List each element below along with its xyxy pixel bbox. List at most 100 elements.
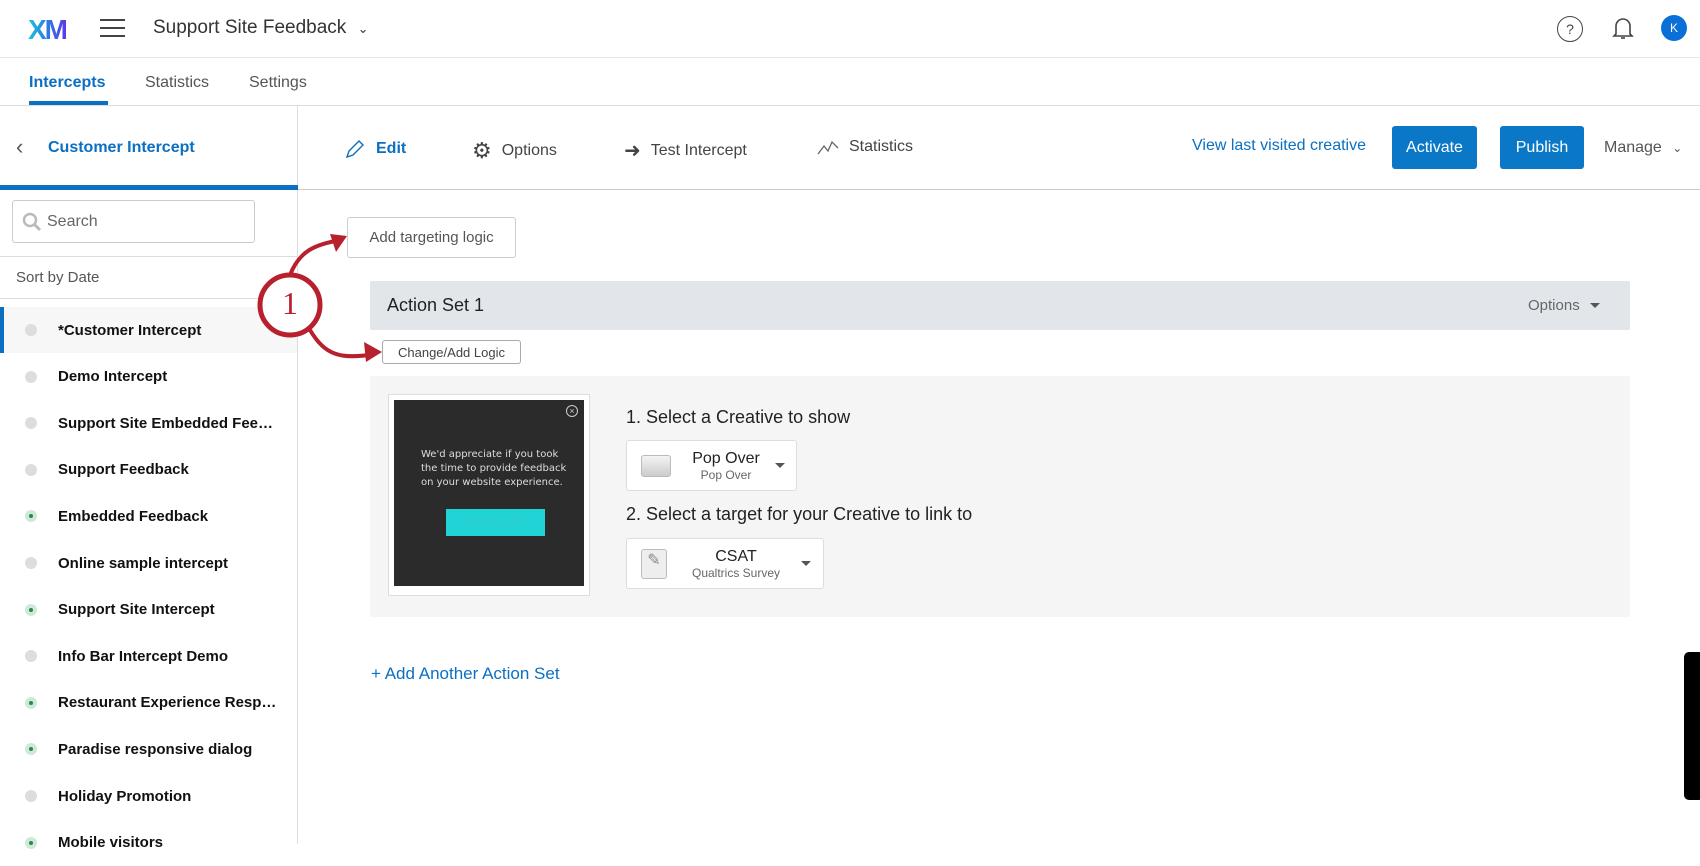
sidebar-item[interactable]: Embedded Feedback: [0, 493, 297, 539]
creative-name: Pop Over: [692, 449, 760, 467]
edit-label: Edit: [376, 140, 407, 157]
edit-tab[interactable]: Edit: [344, 138, 406, 160]
back-link[interactable]: Customer Intercept: [48, 139, 195, 157]
change-add-logic-button[interactable]: Change/Add Logic: [382, 340, 521, 364]
hamburger-menu-icon[interactable]: [100, 19, 125, 37]
sidebar-item-label: *Customer Intercept: [58, 321, 202, 339]
status-dot-icon: [25, 557, 37, 569]
chevron-down-icon: ⌄: [1672, 141, 1683, 155]
nav-tabs: Intercepts Statistics Settings: [0, 58, 1700, 106]
search-icon: [22, 212, 42, 232]
sidebar-item-label: Support Feedback: [58, 461, 189, 479]
status-dot-icon: [25, 603, 37, 616]
bell-icon[interactable]: [1611, 15, 1635, 46]
action-set-options-dropdown[interactable]: Options: [1528, 297, 1600, 314]
status-dot-icon: [25, 510, 37, 523]
sign-out-icon: ➜: [624, 140, 641, 162]
statistics-tab[interactable]: Statistics: [817, 138, 913, 156]
creative-type: Pop Over: [700, 467, 752, 482]
sidebar-item-label: Support Site Embedded Fee…: [58, 414, 274, 432]
status-dot-icon: [25, 463, 37, 476]
action-set-header: Action Set 1 Options: [370, 281, 1630, 330]
project-title-dropdown[interactable]: Support Site Feedback ⌄: [153, 17, 368, 39]
sidebar-item-label: Holiday Promotion: [58, 787, 192, 805]
avatar[interactable]: K: [1661, 15, 1687, 41]
tab-statistics[interactable]: Statistics: [145, 74, 209, 92]
add-action-set-link[interactable]: + Add Another Action Set: [371, 664, 560, 684]
pencil-icon: [345, 140, 364, 159]
preview-survey-button: Survey Link!: [446, 509, 545, 536]
annotation-number: 1: [282, 285, 298, 321]
sidebar-item-label: Online sample intercept: [58, 554, 229, 572]
step2-label: 2. Select a target for your Creative to …: [626, 504, 973, 524]
caret-down-icon: [1589, 303, 1600, 308]
sidebar-item-label: Paradise responsive dialog: [58, 740, 253, 758]
chevron-down-icon: ⌄: [357, 21, 369, 36]
status-dot-icon: [25, 836, 37, 849]
sidebar-item-label: Embedded Feedback: [58, 507, 209, 525]
sidebar-item[interactable]: Online sample intercept: [0, 540, 297, 586]
caret-down-icon: [775, 463, 785, 468]
status-dot-icon: [25, 790, 37, 802]
arrow-head-icon: [364, 342, 382, 362]
sidebar-item[interactable]: Paradise responsive dialog: [0, 726, 297, 772]
help-icon[interactable]: ?: [1557, 16, 1583, 42]
sidebar-item[interactable]: Restaurant Experience Resp…: [0, 680, 297, 726]
publish-button[interactable]: Publish: [1500, 126, 1584, 169]
sidebar: ‹ Customer Intercept Search Sort by Date…: [0, 106, 298, 851]
test-intercept-tab[interactable]: ➜ Test Intercept: [624, 138, 747, 163]
sidebar-item[interactable]: Support Feedback: [0, 447, 297, 493]
sidebar-item[interactable]: Support Site Embedded Fee…: [0, 400, 297, 446]
tab-intercepts[interactable]: Intercepts: [29, 74, 105, 92]
sidebar-item[interactable]: Holiday Promotion: [0, 773, 297, 819]
sidebar-item[interactable]: Mobile visitors: [0, 820, 297, 866]
status-dot-icon: [25, 696, 37, 709]
top-bar: XM Support Site Feedback ⌄ ? K: [0, 0, 1700, 58]
activate-button[interactable]: Activate: [1392, 126, 1477, 169]
xm-logo[interactable]: XM: [28, 14, 68, 46]
target-type: Qualtrics Survey: [691, 565, 781, 580]
statistics-label: Statistics: [849, 138, 914, 155]
sidebar-item[interactable]: Info Bar Intercept Demo: [0, 633, 297, 679]
popover-icon: [641, 454, 671, 477]
creative-preview[interactable]: × We'd appreciate if you took the time t…: [388, 394, 590, 596]
status-dot-icon: [25, 417, 37, 430]
annotation-arrows: [257, 234, 382, 362]
action-set-title: Action Set 1: [387, 295, 485, 315]
line-chart-icon: [817, 140, 839, 155]
sidebar-item[interactable]: Support Site Intercept: [0, 587, 297, 633]
manage-label: Manage: [1604, 139, 1662, 156]
search-input[interactable]: Search: [12, 200, 255, 243]
sidebar-header: ‹ Customer Intercept: [0, 106, 298, 190]
view-last-visited-link[interactable]: View last visited creative: [1192, 137, 1366, 155]
editor-toolbar: Edit ⚙ Options ➜ Test Intercept Statistics…: [298, 106, 1700, 190]
sidebar-item-label: Info Bar Intercept Demo: [58, 647, 229, 665]
step1-label: 1. Select a Creative to show: [626, 407, 851, 427]
survey-pencil-icon: ✎: [641, 548, 667, 579]
back-chevron-icon[interactable]: ‹: [16, 134, 23, 160]
search-placeholder: Search: [47, 213, 98, 230]
creative-dropdown[interactable]: Pop Over Pop Over: [626, 440, 797, 491]
status-dot-icon: [25, 650, 37, 663]
sidebar-item-label: Support Site Intercept: [58, 601, 215, 619]
test-label: Test Intercept: [650, 141, 747, 159]
status-dot-icon: [25, 743, 37, 756]
caret-down-icon: [801, 561, 811, 566]
sidebar-item-label: Restaurant Experience Resp…: [58, 694, 277, 712]
options-label: Options: [501, 142, 557, 159]
target-dropdown[interactable]: ✎ CSAT Qualtrics Survey: [626, 538, 824, 589]
action-panel: × We'd appreciate if you took the time t…: [370, 376, 1630, 617]
status-dot-icon: [25, 370, 37, 383]
close-icon: ×: [566, 405, 578, 417]
status-dot-icon: [25, 324, 37, 336]
active-tab-underline: [29, 101, 108, 105]
manage-dropdown[interactable]: Manage ⌄: [1604, 139, 1682, 157]
options-tab[interactable]: ⚙ Options: [472, 138, 557, 164]
target-name: CSAT: [715, 547, 757, 565]
preview-text: We'd appreciate if you took the time to …: [421, 449, 567, 488]
feedback-tab[interactable]: [1684, 652, 1700, 800]
sidebar-item-label: Mobile visitors: [58, 834, 164, 852]
options-label: Options: [1528, 297, 1580, 314]
tab-settings[interactable]: Settings: [249, 74, 307, 92]
sidebar-item-label: Demo Intercept: [58, 368, 168, 386]
